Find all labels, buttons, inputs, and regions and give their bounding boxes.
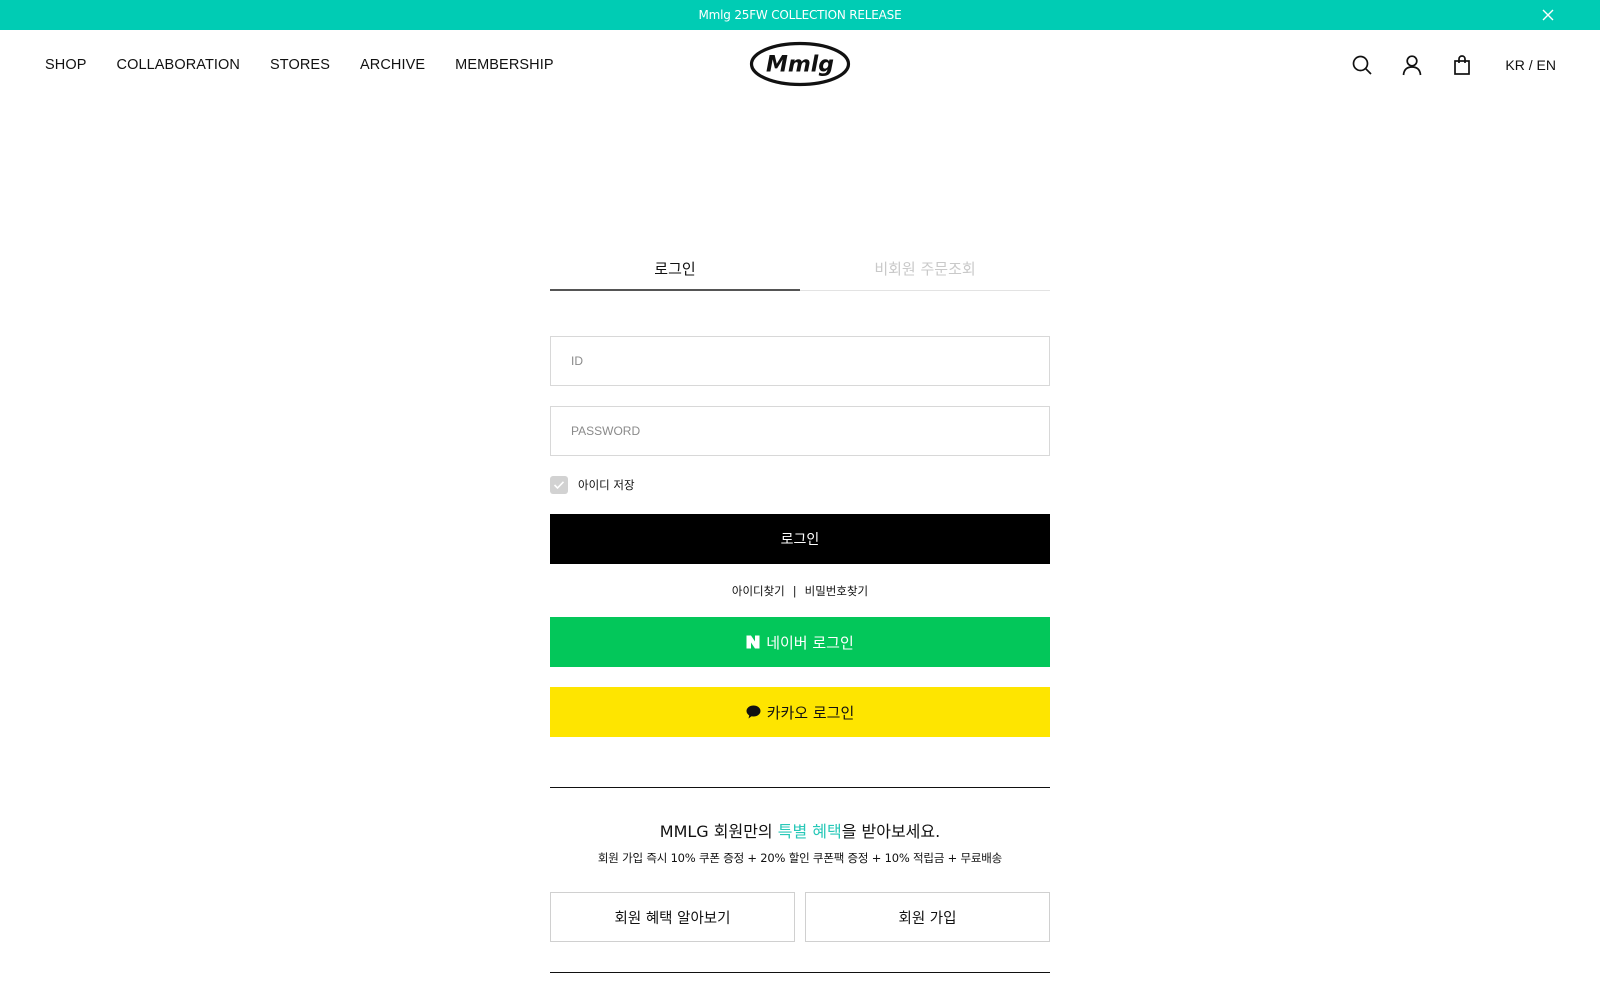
nav-stores[interactable]: STORES (270, 57, 330, 73)
nav-archive[interactable]: ARCHIVE (360, 57, 425, 73)
search-icon[interactable] (1351, 54, 1373, 76)
nav-collaboration[interactable]: COLLABORATION (117, 57, 241, 73)
save-id-label: 아이디 저장 (578, 478, 635, 492)
mmlg-logo[interactable]: Mmlg (749, 41, 851, 87)
save-id-checkbox[interactable] (550, 476, 568, 494)
benefit-subtitle: 회원 가입 즉시 10% 쿠폰 증정 + 20% 할인 쿠폰팩 증정 + 10%… (597, 851, 1003, 865)
user-icon[interactable] (1401, 54, 1423, 76)
check-icon (553, 481, 565, 490)
tab-guest-order-lookup[interactable]: 비회원 주문조회 (800, 254, 1050, 290)
close-icon[interactable] (1540, 7, 1556, 23)
login-tabs: 로그인 비회원 주문조회 (550, 254, 1050, 291)
site-header: SHOP COLLABORATION STORES ARCHIVE MEMBER… (0, 30, 1600, 100)
benefit-title-prefix: MMLG 회원만의 (659, 822, 778, 841)
logo-text: Mmlg (766, 53, 834, 78)
find-id-link[interactable]: 아이디찾기 (732, 584, 785, 598)
announcement-text[interactable]: Mmlg 25FW COLLECTION RELEASE (0, 0, 1600, 30)
benefit-title-suffix: 을 받아보세요. (841, 822, 941, 841)
bottom-divider (550, 972, 1050, 973)
naver-icon (746, 635, 760, 649)
find-separator: | (792, 584, 797, 598)
kakao-login-label: 카카오 로그인 (766, 703, 855, 722)
find-password-link[interactable]: 비밀번호찾기 (805, 584, 868, 598)
kakao-speech-bubble-icon (746, 705, 761, 719)
login-panel: 로그인 비회원 주문조회 아이디 저장 로그인 아이디찾기 | 비밀번호찾기 네이버… (550, 254, 1050, 973)
section-divider (550, 787, 1050, 788)
find-links: 아이디찾기 | 비밀번호찾기 (550, 583, 1050, 599)
save-id-row: 아이디 저장 (550, 476, 1050, 494)
shopping-bag-icon[interactable] (1451, 54, 1473, 76)
login-button[interactable]: 로그인 (550, 514, 1050, 564)
membership-actions: 회원 혜택 알아보기 회원 가입 (550, 892, 1050, 942)
kakao-login-button[interactable]: 카카오 로그인 (550, 687, 1050, 737)
benefit-title: MMLG 회원만의 특별 혜택을 받아보세요. (550, 818, 1050, 842)
announcement-bar: Mmlg 25FW COLLECTION RELEASE (0, 0, 1600, 30)
naver-login-label: 네이버 로그인 (766, 633, 854, 652)
language-switcher[interactable]: KR / EN (1505, 57, 1556, 73)
nav-membership[interactable]: MEMBERSHIP (455, 57, 554, 73)
benefit-title-highlight: 특별 혜택 (777, 822, 842, 841)
naver-login-button[interactable]: 네이버 로그인 (550, 617, 1050, 667)
learn-benefits-button[interactable]: 회원 혜택 알아보기 (550, 892, 795, 942)
tab-login[interactable]: 로그인 (550, 254, 800, 291)
password-input[interactable] (550, 406, 1050, 456)
signup-button[interactable]: 회원 가입 (805, 892, 1050, 942)
main-nav: SHOP COLLABORATION STORES ARCHIVE MEMBER… (45, 30, 584, 100)
nav-shop[interactable]: SHOP (45, 57, 87, 73)
id-input[interactable] (550, 336, 1050, 386)
header-actions: KR / EN (1351, 30, 1556, 100)
